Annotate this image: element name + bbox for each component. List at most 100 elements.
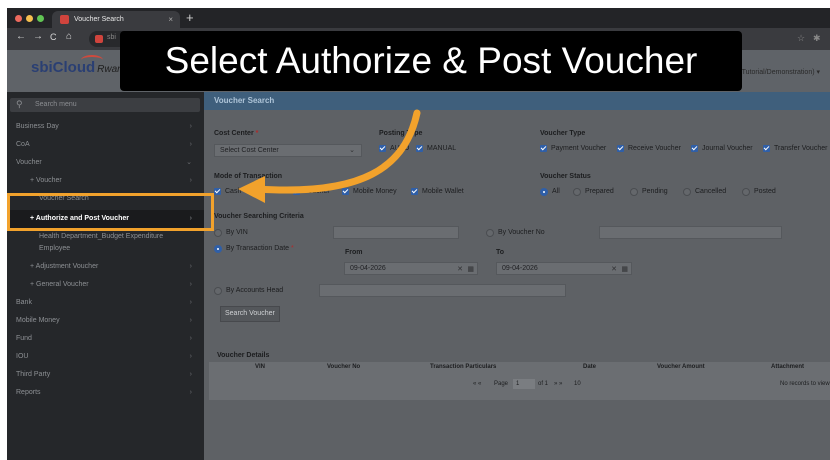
transfer-voucher-checkbox[interactable] bbox=[763, 145, 770, 152]
to-date-input[interactable]: 09-04-2026 ✕ ▦ bbox=[496, 262, 632, 275]
receive-voucher-checkbox[interactable] bbox=[617, 145, 624, 152]
chevron-right-icon: › bbox=[189, 389, 192, 396]
accounts-head-input[interactable] bbox=[319, 284, 566, 297]
main-panel: Voucher Search Cost Center * Select Cost… bbox=[204, 92, 830, 460]
by-vin-radio[interactable] bbox=[214, 229, 222, 237]
sidebar-item-coa[interactable]: CoA › bbox=[7, 136, 204, 154]
pager-of-label: of 1 bbox=[538, 381, 549, 387]
pager-page-label: Page bbox=[494, 381, 509, 387]
sidebar-item-mobile-money[interactable]: Mobile Money › bbox=[7, 312, 204, 330]
new-tab-button[interactable]: + bbox=[186, 10, 194, 25]
by-transaction-date-radio[interactable] bbox=[214, 245, 222, 253]
sidebar-item-general-voucher[interactable]: + General Voucher › bbox=[7, 276, 204, 294]
mobile-wallet-label: Mobile Wallet bbox=[422, 188, 464, 195]
status-all-label: All bbox=[552, 188, 560, 195]
from-date-value: 09-04-2026 bbox=[350, 265, 386, 272]
sidebar-item-label: IOU bbox=[16, 353, 29, 360]
extensions-icon[interactable]: ✱ bbox=[813, 33, 821, 44]
chevron-right-icon: › bbox=[189, 263, 192, 270]
sidebar-item-business-day[interactable]: Business Day › bbox=[7, 118, 204, 136]
column-header-particulars: Transaction Particulars bbox=[430, 364, 497, 370]
mobile-wallet-checkbox[interactable] bbox=[411, 188, 418, 195]
column-header-vin: VIN bbox=[255, 364, 266, 370]
voucher-label: Voucher bbox=[304, 188, 330, 195]
calendar-icon[interactable]: ▦ bbox=[621, 264, 628, 275]
browser-tab[interactable]: Voucher Search × bbox=[52, 11, 180, 28]
pager-prev-icon[interactable]: « « bbox=[473, 381, 481, 387]
receive-voucher-label: Receive Voucher bbox=[628, 145, 681, 152]
cost-center-select[interactable]: Select Cost Center ⌄ bbox=[214, 144, 362, 157]
sidebar-item-label: + Adjustment Voucher bbox=[30, 263, 99, 270]
posting-auto-checkbox[interactable] bbox=[379, 145, 386, 152]
clear-date-icon[interactable]: ✕ bbox=[611, 264, 617, 275]
forward-icon[interactable]: → bbox=[33, 31, 43, 42]
by-accounts-head-label: By Accounts Head bbox=[226, 287, 284, 294]
sidebar-item-voucher-sub[interactable]: + Voucher › bbox=[7, 172, 204, 190]
cost-center-label: Cost Center * bbox=[214, 130, 259, 137]
sidebar-item-bank[interactable]: Bank › bbox=[7, 294, 204, 312]
star-icon[interactable]: ☆ bbox=[797, 33, 805, 44]
sidebar-item-reports[interactable]: Reports › bbox=[7, 384, 204, 402]
sidebar-item-employee[interactable]: Employee bbox=[7, 240, 204, 258]
back-icon[interactable]: ← bbox=[16, 31, 26, 42]
pager-next-icon[interactable]: » » bbox=[554, 381, 562, 387]
sidebar: ⚲ Search menu Business Day › CoA › Voucher… bbox=[7, 92, 204, 460]
status-all-radio[interactable] bbox=[540, 188, 548, 196]
screen-frame: Voucher Search × + ← → C ⌂ sbi ☆ ✱ sbiCl… bbox=[7, 8, 830, 460]
sidebar-item-label: Fund bbox=[16, 335, 32, 342]
sidebar-item-label: Business Day bbox=[16, 123, 59, 130]
from-label: From bbox=[345, 249, 363, 256]
pager-size-select[interactable]: 10 bbox=[574, 381, 581, 387]
sidebar-item-adjustment-voucher[interactable]: + Adjustment Voucher › bbox=[7, 258, 204, 276]
tab-close-icon[interactable]: × bbox=[168, 11, 173, 28]
sidebar-item-label: Reports bbox=[16, 389, 41, 396]
status-cancelled-radio[interactable] bbox=[683, 188, 691, 196]
cash-checkbox[interactable] bbox=[214, 188, 221, 195]
maximize-window-dot[interactable] bbox=[37, 15, 44, 22]
mobile-money-checkbox[interactable] bbox=[342, 188, 349, 195]
calendar-icon[interactable]: ▦ bbox=[467, 264, 474, 275]
payment-voucher-checkbox[interactable] bbox=[540, 145, 547, 152]
voucher-details-title: Voucher Details bbox=[209, 350, 830, 362]
status-pending-radio[interactable] bbox=[630, 188, 638, 196]
tutorial-caption: Select Authorize & Post Voucher bbox=[120, 31, 742, 91]
from-date-input[interactable]: 09-04-2026 ✕ ▦ bbox=[344, 262, 478, 275]
chevron-right-icon: › bbox=[189, 177, 192, 184]
by-accounts-head-radio[interactable] bbox=[214, 287, 222, 295]
posting-manual-label: MANUAL bbox=[427, 145, 457, 152]
sidebar-item-label: + General Voucher bbox=[30, 281, 89, 288]
status-cancelled-label: Cancelled bbox=[695, 188, 727, 195]
bank-label: Bank bbox=[259, 188, 275, 195]
vin-input[interactable] bbox=[333, 226, 459, 239]
home-icon[interactable]: ⌂ bbox=[66, 31, 72, 42]
sidebar-search-input[interactable]: ⚲ Search menu bbox=[10, 98, 200, 112]
bank-checkbox[interactable] bbox=[248, 188, 255, 195]
sbicloud-logo[interactable]: sbiCloud Rwanda bbox=[31, 55, 134, 76]
sidebar-item-fund[interactable]: Fund › bbox=[7, 330, 204, 348]
column-header-date: Date bbox=[583, 364, 597, 370]
highlight-frame bbox=[7, 193, 214, 231]
minimize-window-dot[interactable] bbox=[26, 15, 33, 22]
user-menu[interactable]: (Tutorial/Demonstration) ▾ bbox=[739, 68, 820, 76]
close-window-dot[interactable] bbox=[15, 15, 22, 22]
reload-icon[interactable]: C bbox=[50, 32, 57, 42]
status-posted-radio[interactable] bbox=[742, 188, 750, 196]
search-voucher-button[interactable]: Search Voucher bbox=[220, 306, 280, 322]
chevron-right-icon: › bbox=[189, 299, 192, 306]
voucher-checkbox[interactable] bbox=[293, 188, 300, 195]
pager-page-input[interactable]: 1 bbox=[513, 379, 535, 389]
sidebar-item-iou[interactable]: IOU › bbox=[7, 348, 204, 366]
journal-voucher-checkbox[interactable] bbox=[691, 145, 698, 152]
posting-manual-checkbox[interactable] bbox=[416, 145, 423, 152]
sidebar-item-third-party[interactable]: Third Party › bbox=[7, 366, 204, 384]
criteria-label: Voucher Searching Criteria bbox=[214, 213, 304, 220]
section-title: Voucher Search bbox=[204, 92, 830, 110]
sidebar-item-voucher[interactable]: Voucher ⌄ bbox=[7, 154, 204, 172]
clear-date-icon[interactable]: ✕ bbox=[457, 264, 463, 275]
chevron-right-icon: › bbox=[189, 371, 192, 378]
transfer-voucher-label: Transfer Voucher bbox=[774, 145, 828, 152]
by-voucher-no-radio[interactable] bbox=[486, 229, 494, 237]
status-prepared-radio[interactable] bbox=[573, 188, 581, 196]
voucher-no-input[interactable] bbox=[599, 226, 782, 239]
column-header-voucher-no: Voucher No bbox=[327, 364, 361, 370]
